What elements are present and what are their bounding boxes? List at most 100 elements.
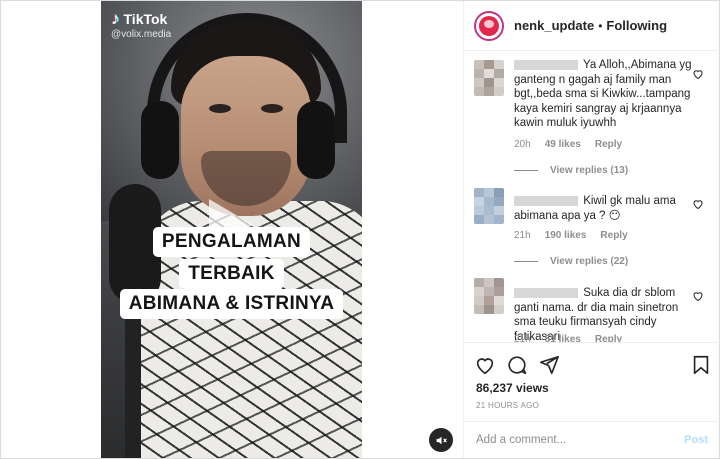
comment-meta: 21h 190 likes Reply [514, 230, 628, 241]
video-headphone-cup [297, 101, 335, 179]
bookmark-icon[interactable] [690, 354, 712, 376]
media-area: ♪ TikTok @volix.media PENGALAMAN TERBAIK… [1, 1, 463, 458]
video-microphone-arm [125, 301, 141, 458]
heart-icon[interactable] [692, 290, 704, 302]
comment-input[interactable] [476, 434, 685, 446]
video-person-eye [261, 104, 283, 113]
caption-line: TERBAIK [179, 259, 284, 289]
replies-divider [514, 170, 538, 171]
comment-likes[interactable]: 51 likes [545, 334, 581, 342]
video-player[interactable]: ♪ TikTok @volix.media PENGALAMAN TERBAIK… [101, 1, 362, 458]
avatar-pixel [494, 69, 504, 78]
view-replies-button[interactable]: View replies (22) [514, 256, 628, 267]
comment-username-redacted[interactable] [514, 287, 578, 298]
avatar-pixel [474, 69, 484, 78]
avatar-pixel [474, 60, 484, 69]
post-timestamp[interactable]: 21 HOURS AGO [476, 401, 539, 410]
avatar-pixel [494, 278, 504, 287]
post-header: nenk_update • Following [464, 1, 720, 51]
view-replies-button[interactable]: View replies (13) [514, 165, 628, 176]
share-icon[interactable] [538, 354, 560, 376]
tiktok-logo-icon: ♪ [111, 9, 120, 28]
reply-button[interactable]: Reply [595, 334, 622, 342]
caption-line: ABIMANA & ISTRINYA [119, 289, 344, 319]
avatar-pixel [474, 197, 484, 206]
avatar-pixel [494, 206, 504, 215]
avatar-pixel [494, 87, 504, 96]
caption-line: PENGALAMAN [152, 227, 311, 257]
avatar-pixel [474, 305, 484, 314]
avatar-pixel [484, 305, 494, 314]
comment-time[interactable]: 21h [514, 334, 531, 342]
avatar-pixel [484, 197, 494, 206]
avatar-pixel [494, 60, 504, 69]
avatar-pixel [474, 87, 484, 96]
avatar-pixel [484, 206, 494, 215]
avatar-pixel [494, 305, 504, 314]
avatar-pixel [474, 215, 484, 224]
avatar[interactable] [474, 10, 504, 41]
tiktok-watermark: ♪ TikTok [111, 9, 167, 29]
comment-avatar[interactable] [474, 188, 504, 224]
avatar-pixel [484, 215, 494, 224]
comment-icon[interactable] [506, 354, 528, 376]
post-button[interactable]: Post [684, 434, 708, 446]
comment-avatar[interactable] [474, 60, 504, 96]
avatar-pixel [484, 278, 494, 287]
avatar-pixel [474, 188, 484, 197]
comment-meta: 21h 51 likes Reply [514, 334, 622, 342]
comment-username-redacted[interactable] [514, 59, 578, 70]
avatar-pixel [474, 296, 484, 305]
comment-likes[interactable]: 190 likes [545, 230, 587, 241]
avatar-pixel [494, 287, 504, 296]
tiktok-brand-label: TikTok [123, 11, 168, 27]
avatar-pixel [494, 296, 504, 305]
comment-likes[interactable]: 49 likes [545, 139, 581, 150]
comment-username-redacted[interactable] [514, 195, 578, 206]
avatar-pixel [484, 78, 494, 87]
avatar-pixel [484, 60, 494, 69]
caption-row: PENGALAMAN [101, 227, 362, 257]
avatar-pixel [484, 287, 494, 296]
comment-avatar[interactable] [474, 278, 504, 314]
view-count[interactable]: 86,237 views [476, 381, 549, 395]
video-headphone-cup [141, 101, 179, 179]
comments-list[interactable]: Ya Alloh,,Abimana yg ganteng n gagah aj … [464, 52, 720, 342]
avatar-pixel [474, 278, 484, 287]
following-button[interactable]: Following [606, 18, 667, 33]
username-link[interactable]: nenk_update [514, 18, 594, 33]
avatar-pixel [474, 287, 484, 296]
avatar-pixel [494, 188, 504, 197]
comment-composer: Post [464, 421, 720, 458]
reply-button[interactable]: Reply [600, 230, 627, 241]
view-replies-label: View replies (13) [550, 165, 629, 176]
avatar-pixel [494, 197, 504, 206]
post-details-panel: nenk_update • Following Ya Alloh,,Abiman… [463, 1, 720, 458]
comment-meta: 20h 49 likes Reply [514, 139, 622, 150]
reply-button[interactable]: Reply [595, 139, 622, 150]
post-actions-bar [464, 342, 720, 376]
avatar-pixel [484, 69, 494, 78]
caption-row: ABIMANA & ISTRINYA [101, 289, 362, 319]
header-separator: • [598, 18, 603, 33]
caption-row: TERBAIK [101, 259, 362, 289]
replies-divider [514, 261, 538, 262]
speaker-muted-icon[interactable] [429, 428, 453, 452]
comment-body: Ya Alloh,,Abimana yg ganteng n gagah aj … [514, 58, 699, 131]
avatar-pixel [494, 215, 504, 224]
avatar-pixel [484, 296, 494, 305]
tiktok-handle: @volix.media [111, 29, 172, 40]
comment-time[interactable]: 20h [514, 139, 531, 150]
comment-body: Kiwil gk malu ama abimana apa ya ? 😶 [514, 194, 699, 223]
heart-icon[interactable] [692, 68, 704, 80]
avatar-pixel [484, 87, 494, 96]
heart-icon[interactable] [474, 354, 496, 376]
heart-icon[interactable] [692, 198, 704, 210]
video-person-eye [209, 104, 231, 113]
avatar-pixel [474, 78, 484, 87]
avatar-pixel [474, 206, 484, 215]
avatar-logo-mark [484, 19, 494, 28]
avatar-pixel [494, 78, 504, 87]
view-replies-label: View replies (22) [550, 256, 629, 267]
comment-time[interactable]: 21h [514, 230, 531, 241]
